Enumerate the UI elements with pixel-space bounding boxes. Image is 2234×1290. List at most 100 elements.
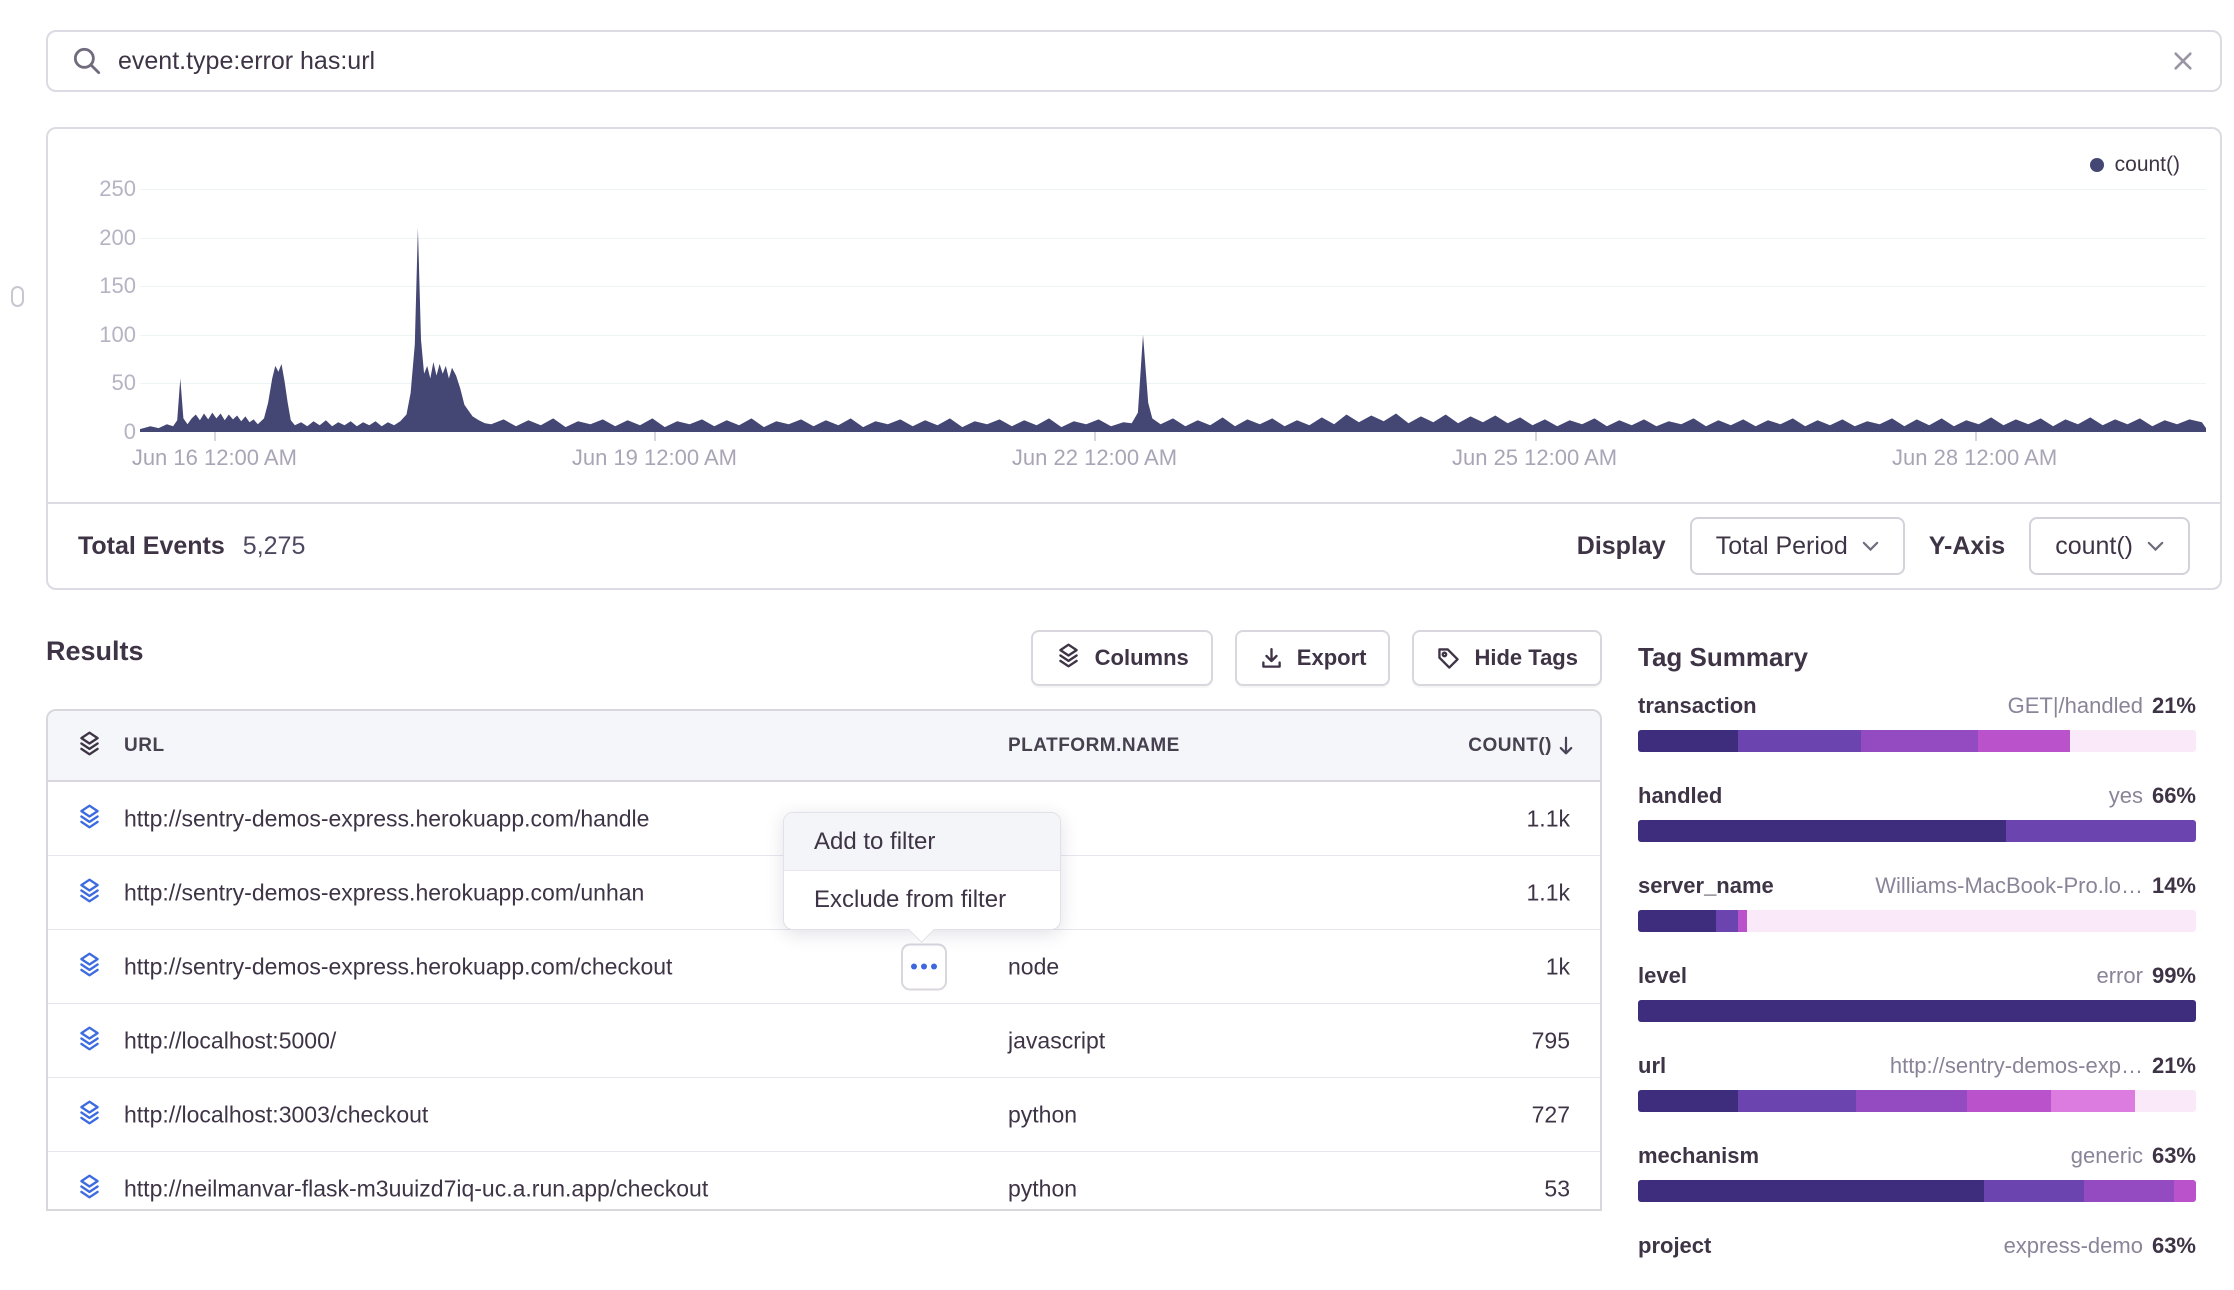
y-axis-tick-label: 100 — [66, 322, 136, 348]
tag-top-value: yes — [2109, 783, 2143, 809]
total-events-value: 5,275 — [243, 532, 306, 561]
search-input[interactable] — [118, 47, 2170, 76]
tag-bar-segment[interactable] — [1638, 730, 1738, 752]
tag-bar-segment[interactable] — [1638, 910, 1716, 932]
tag-top-value: generic — [2071, 1143, 2143, 1169]
column-header-platform[interactable]: PLATFORM.NAME — [1008, 735, 1180, 757]
tag-bar-segment[interactable] — [1856, 1090, 1968, 1112]
tag-top-percentage: 21% — [2152, 693, 2196, 719]
tag-bar-segment[interactable] — [1638, 1180, 1984, 1202]
tag-distribution-bar[interactable] — [1638, 910, 2196, 932]
chart-legend[interactable]: count() — [2090, 153, 2180, 177]
count-header-label: COUNT() — [1468, 735, 1552, 757]
tag-distribution-bar[interactable] — [1638, 1180, 2196, 1202]
table-row[interactable]: http://localhost:5000/javascript795 — [48, 1004, 1600, 1078]
tag-distribution-bar[interactable] — [1638, 820, 2196, 842]
tag-summary-title: Tag Summary — [1638, 642, 2196, 673]
tag-bar-segment[interactable] — [1861, 730, 1978, 752]
hide-tags-button[interactable]: Hide Tags — [1412, 630, 1602, 686]
tag-bar-segment[interactable] — [2135, 1090, 2196, 1112]
menu-item-add-to-filter[interactable]: Add to filter — [784, 813, 1060, 871]
columns-button[interactable]: Columns — [1031, 630, 1213, 686]
y-axis-tick-label: 0 — [66, 419, 136, 445]
legend-dot-icon — [2090, 158, 2104, 172]
tag-bar-segment[interactable] — [1747, 910, 2196, 932]
tag-summary-row: levelerror99% — [1638, 963, 2196, 1022]
tag-bar-segment[interactable] — [1738, 1090, 1855, 1112]
tag-bar-segment[interactable] — [1984, 1180, 2084, 1202]
tag-name: transaction — [1638, 693, 1757, 719]
export-button-label: Export — [1297, 645, 1367, 671]
total-events-label: Total Events — [78, 532, 225, 561]
chart-plot-area[interactable] — [140, 189, 2206, 432]
tag-bar-segment[interactable] — [1638, 1090, 1738, 1112]
yaxis-select[interactable]: count() — [2029, 517, 2190, 575]
yaxis-select-value: count() — [2055, 532, 2133, 561]
tag-name: handled — [1638, 783, 1722, 809]
tag-bar-segment[interactable] — [2084, 1180, 2173, 1202]
tag-bar-segment[interactable] — [1738, 730, 1861, 752]
x-axis-tick — [214, 432, 216, 441]
tag-top-value: express-demo — [2004, 1233, 2143, 1259]
stack-icon — [76, 1173, 103, 1205]
tag-distribution-bar[interactable] — [1638, 1000, 2196, 1022]
area-series — [140, 189, 2206, 432]
clear-search-icon[interactable] — [2170, 48, 2196, 74]
column-header-count[interactable]: COUNT() — [1468, 735, 1576, 757]
tag-top-percentage: 63% — [2152, 1143, 2196, 1169]
x-axis-tick — [1094, 432, 1096, 441]
url-cell[interactable]: http://localhost:5000/ — [124, 1027, 336, 1054]
tag-top-percentage: 21% — [2152, 1053, 2196, 1079]
tag-distribution-bar[interactable] — [1638, 1090, 2196, 1112]
url-cell[interactable]: http://sentry-demos-express.herokuapp.co… — [124, 805, 649, 832]
url-cell[interactable]: http://neilmanvar-flask-m3uuizd7iq-uc.a.… — [124, 1176, 708, 1203]
tag-distribution-bar[interactable] — [1638, 730, 2196, 752]
search-icon — [72, 46, 102, 76]
y-axis-tick-label: 250 — [66, 176, 136, 202]
x-axis-tick-label: Jun 22 12:00 AM — [1012, 445, 1177, 471]
display-select[interactable]: Total Period — [1690, 517, 1905, 575]
tag-bar-segment[interactable] — [1638, 820, 2006, 842]
tag-bar-segment[interactable] — [1716, 910, 1738, 932]
tag-summary-row: mechanismgeneric63% — [1638, 1143, 2196, 1202]
tag-bar-segment[interactable] — [2174, 1180, 2196, 1202]
export-button[interactable]: Export — [1235, 630, 1391, 686]
y-axis-tick-label: 50 — [66, 370, 136, 396]
url-cell[interactable]: http://localhost:3003/checkout — [124, 1101, 428, 1128]
tag-bar-segment[interactable] — [2051, 1090, 2135, 1112]
count-cell: 795 — [1532, 1027, 1570, 1054]
table-row[interactable]: http://localhost:3003/checkoutpython727 — [48, 1078, 1600, 1152]
stack-icon[interactable] — [76, 730, 103, 762]
tag-bar-segment[interactable] — [2070, 730, 2196, 752]
url-cell[interactable]: http://sentry-demos-express.herokuapp.co… — [124, 953, 672, 980]
cell-actions-button[interactable] — [901, 943, 947, 990]
column-header-url[interactable]: URL — [124, 735, 165, 757]
stack-icon — [76, 1025, 103, 1057]
tag-summary-row: server_nameWilliams-MacBook-Pro.lo…14% — [1638, 873, 2196, 932]
tag-bar-segment[interactable] — [1978, 730, 2070, 752]
count-cell: 53 — [1544, 1176, 1570, 1203]
legend-label: count() — [2115, 153, 2180, 177]
tag-summary-row: projectexpress-demo63% — [1638, 1233, 2196, 1259]
platform-cell: node — [1008, 953, 1059, 980]
table-row[interactable]: http://neilmanvar-flask-m3uuizd7iq-uc.a.… — [48, 1152, 1600, 1211]
display-label: Display — [1577, 532, 1666, 561]
platform-cell: python — [1008, 1176, 1077, 1203]
y-axis-tick-label: 150 — [66, 273, 136, 299]
stack-icon — [76, 803, 103, 835]
y-axis-tick-label: 200 — [66, 225, 136, 251]
resize-handle[interactable] — [11, 286, 24, 307]
tag-bar-segment[interactable] — [1967, 1090, 2051, 1112]
tag-bar-segment[interactable] — [1638, 1000, 2196, 1022]
table-row[interactable]: http://sentry-demos-express.herokuapp.co… — [48, 930, 1600, 1004]
x-axis-tick — [1975, 432, 1977, 441]
sort-desc-icon — [1556, 735, 1576, 757]
yaxis-label: Y-Axis — [1929, 532, 2005, 561]
tag-bar-segment[interactable] — [1738, 910, 1746, 932]
count-cell: 1k — [1546, 953, 1570, 980]
stack-icon — [76, 877, 103, 909]
search-bar[interactable] — [46, 30, 2222, 92]
results-table: URL PLATFORM.NAME COUNT() http://sentry-… — [46, 709, 1602, 1211]
url-cell[interactable]: http://sentry-demos-express.herokuapp.co… — [124, 879, 644, 906]
tag-bar-segment[interactable] — [2006, 820, 2196, 842]
